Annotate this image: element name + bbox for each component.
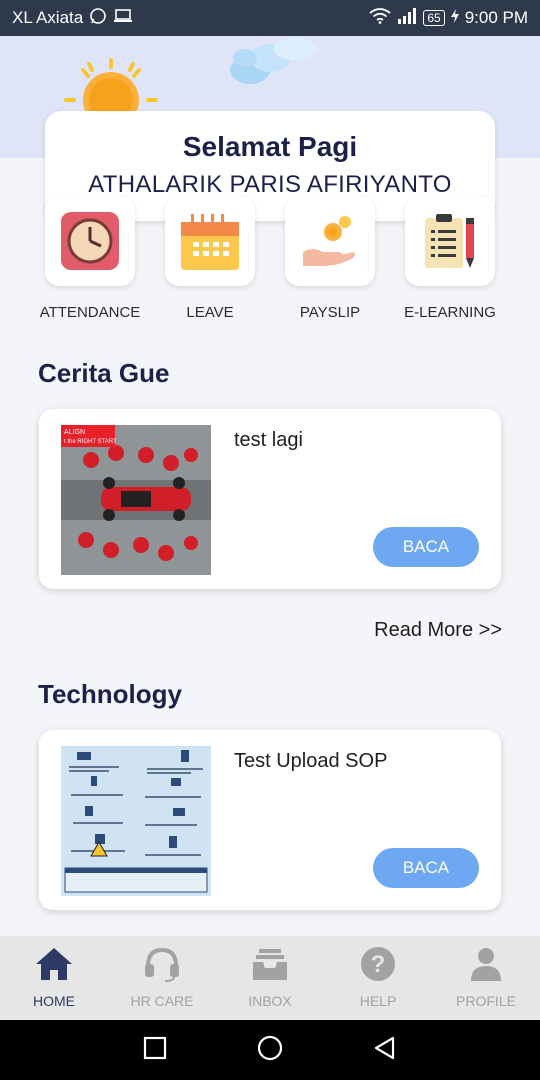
coin-hand-icon[interactable] bbox=[285, 196, 375, 286]
quick-menu: ATTENDANCE LEAVE PAYSLIP E-LEARNING bbox=[0, 196, 540, 326]
article-card[interactable]: ALIGN t the RIGHT START test lagi BACA bbox=[39, 409, 501, 589]
article-title: test lagi bbox=[234, 429, 303, 451]
baca-button[interactable]: BACA bbox=[373, 527, 479, 567]
section-title-technology: Technology bbox=[38, 679, 182, 709]
nav-profile-label: PROFILE bbox=[456, 993, 516, 1009]
menu-leave[interactable]: LEAVE bbox=[150, 196, 270, 321]
read-more-link[interactable]: Read More >> bbox=[374, 619, 502, 642]
headset-icon bbox=[143, 946, 181, 987]
menu-payslip[interactable]: PAYSLIP bbox=[270, 196, 390, 321]
laptop-icon bbox=[113, 8, 133, 29]
nav-home-label: HOME bbox=[33, 993, 75, 1009]
thumb-caption-1: ALIGN bbox=[64, 429, 85, 436]
charging-icon bbox=[450, 8, 459, 28]
article-card[interactable]: Test Upload SOP BACA bbox=[39, 730, 501, 910]
nav-help-label: HELP bbox=[359, 993, 397, 1009]
menu-attendance-label: ATTENDANCE bbox=[39, 304, 141, 321]
nav-home[interactable]: HOME bbox=[0, 936, 108, 1020]
back-icon[interactable] bbox=[372, 1035, 398, 1066]
article-title: Test Upload SOP bbox=[234, 750, 388, 772]
menu-leave-label: LEAVE bbox=[186, 304, 234, 321]
baca-button[interactable]: BACA bbox=[373, 848, 479, 888]
home-icon bbox=[35, 946, 73, 987]
article-thumbnail bbox=[61, 746, 211, 896]
menu-payslip-label: PAYSLIP bbox=[299, 304, 361, 321]
nav-hr-care-label: HR CARE bbox=[130, 993, 194, 1009]
battery-icon: 65 bbox=[423, 10, 445, 26]
user-name: ATHALARIK PARIS AFIRIYANTO bbox=[88, 171, 452, 198]
home-circle-icon[interactable] bbox=[256, 1034, 284, 1067]
whatsapp-icon bbox=[89, 7, 107, 30]
nav-profile[interactable]: PROFILE bbox=[432, 936, 540, 1020]
wifi-icon bbox=[369, 7, 391, 29]
inbox-icon bbox=[251, 946, 289, 987]
nav-help[interactable]: ? HELP bbox=[324, 936, 432, 1020]
help-icon: ? bbox=[359, 946, 397, 987]
bottom-nav: HOME HR CARE INBOX ? HELP PROFILE bbox=[0, 936, 540, 1020]
menu-attendance[interactable]: ATTENDANCE bbox=[30, 196, 150, 321]
svg-text:?: ? bbox=[371, 951, 386, 978]
system-nav-bar bbox=[0, 1020, 540, 1080]
menu-elearning[interactable]: E-LEARNING bbox=[390, 196, 510, 321]
profile-icon bbox=[467, 946, 505, 987]
clock-time: 9:00 PM bbox=[464, 8, 528, 27]
section-title-cerita-gue: Cerita Gue bbox=[38, 358, 170, 388]
greeting-title: Selamat Pagi bbox=[182, 131, 358, 162]
calendar-icon[interactable] bbox=[165, 196, 255, 286]
clipboard-pen-icon[interactable] bbox=[405, 196, 495, 286]
thumb-caption-2: t the RIGHT START bbox=[64, 439, 117, 445]
article-thumbnail: ALIGN t the RIGHT START bbox=[61, 425, 211, 575]
signal-icon bbox=[397, 7, 417, 29]
status-bar: XL Axiata 65 9:00 PM bbox=[0, 0, 540, 36]
menu-elearning-label: E-LEARNING bbox=[404, 304, 496, 321]
nav-inbox-label: INBOX bbox=[248, 993, 292, 1009]
nav-inbox[interactable]: INBOX bbox=[216, 936, 324, 1020]
clock-icon[interactable] bbox=[45, 196, 135, 286]
carrier-name: XL Axiata bbox=[12, 8, 84, 27]
cloud-icon bbox=[230, 38, 317, 84]
battery-level: 65 bbox=[427, 11, 441, 25]
nav-hr-care[interactable]: HR CARE bbox=[108, 936, 216, 1020]
recents-icon[interactable] bbox=[142, 1035, 168, 1066]
